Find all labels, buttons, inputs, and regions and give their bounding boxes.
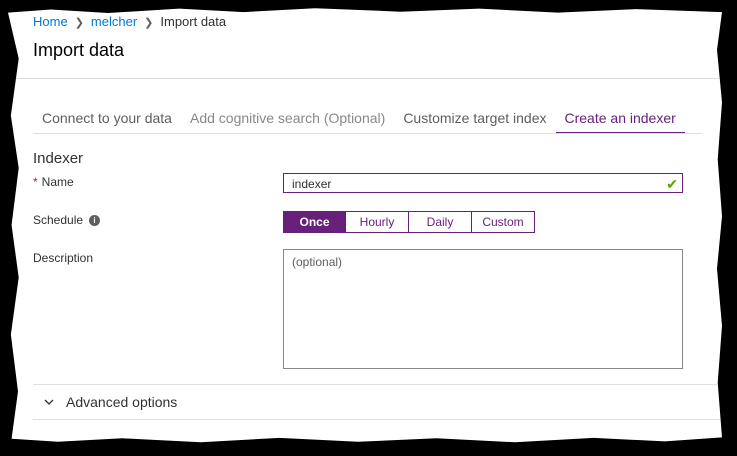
- info-icon[interactable]: i: [89, 215, 101, 227]
- description-textarea[interactable]: (optional): [283, 249, 683, 369]
- description-placeholder: (optional): [292, 255, 343, 269]
- breadcrumb: Home ❯ melcher ❯ Import data: [33, 14, 226, 29]
- chevron-down-icon: [44, 399, 54, 405]
- indexer-name-value: indexer: [292, 177, 332, 191]
- section-title: Indexer: [33, 150, 84, 167]
- name-label-row: * Name: [33, 175, 74, 189]
- schedule-once-button[interactable]: Once: [283, 211, 346, 233]
- breadcrumb-melcher[interactable]: melcher: [91, 14, 137, 29]
- name-label: Name: [41, 175, 74, 189]
- wizard-tabs: Connect to your data Add cognitive searc…: [33, 110, 685, 134]
- chevron-right-icon: ❯: [74, 17, 84, 29]
- required-asterisk: *: [33, 175, 38, 189]
- divider: [33, 419, 722, 420]
- breadcrumb-current: Import data: [160, 14, 227, 29]
- description-label: Description: [33, 251, 94, 265]
- advanced-options-label: Advanced options: [66, 394, 178, 410]
- tab-cognitive-search[interactable]: Add cognitive search (Optional): [181, 110, 394, 134]
- page-panel: Home ❯ melcher ❯ Import data Import data Con…: [8, 8, 722, 443]
- divider: [16, 78, 722, 79]
- schedule-daily-button[interactable]: Daily: [409, 211, 472, 233]
- check-icon: ✔: [666, 176, 678, 192]
- schedule-options: Once Hourly Daily Custom: [283, 211, 535, 233]
- advanced-options-toggle[interactable]: Advanced options: [44, 394, 177, 410]
- tab-create-indexer[interactable]: Create an indexer: [555, 110, 685, 134]
- schedule-hourly-button[interactable]: Hourly: [346, 211, 409, 233]
- indexer-name-input[interactable]: indexer ✔: [283, 173, 683, 193]
- tab-connect-data[interactable]: Connect to your data: [33, 110, 181, 134]
- page-title: Import data: [33, 40, 125, 60]
- tab-customize-index[interactable]: Customize target index: [394, 110, 555, 134]
- schedule-custom-button[interactable]: Custom: [472, 211, 535, 233]
- breadcrumb-home[interactable]: Home: [33, 14, 68, 29]
- schedule-label-row: Schedule i: [33, 213, 101, 227]
- schedule-label: Schedule: [33, 213, 84, 227]
- tabs-divider: [33, 133, 702, 134]
- divider: [33, 384, 722, 385]
- chevron-right-icon: ❯: [144, 17, 154, 29]
